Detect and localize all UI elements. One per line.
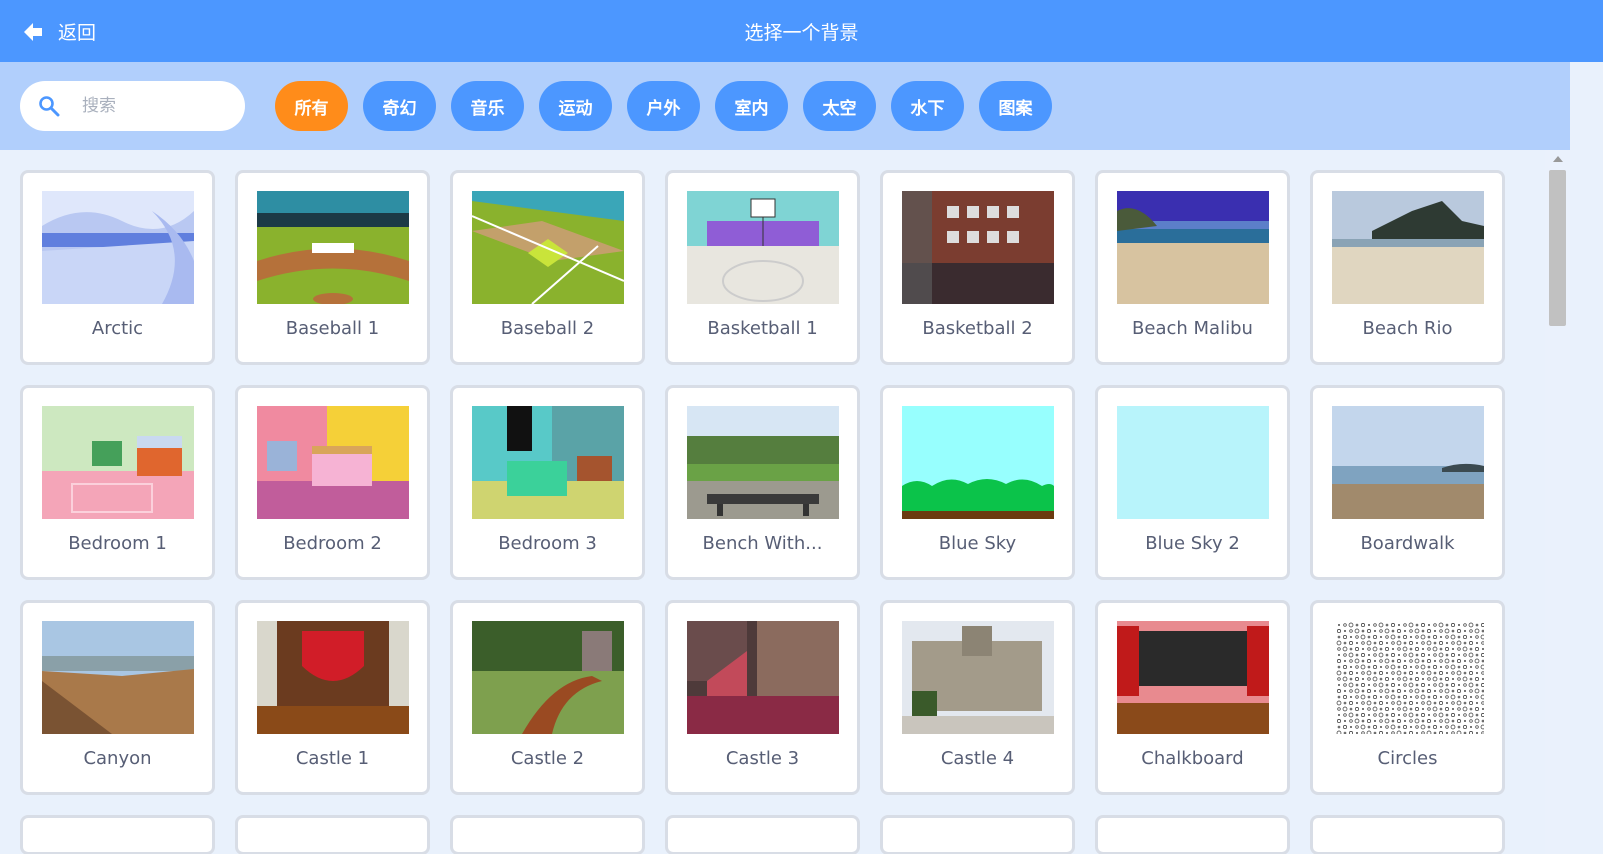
backdrop-thumbnail [42,191,194,304]
backdrop-name: Castle 4 [940,748,1015,769]
backdrop-card[interactable] [1095,815,1290,854]
backdrop-name: Bench With... [702,533,823,554]
backdrop-thumbnail [1117,191,1269,304]
backdrop-name: Chalkboard [1141,748,1244,769]
page-title: 选择一个背景 [744,22,859,44]
search-icon [39,96,60,117]
backdrop-card[interactable] [880,815,1075,854]
backdrop-card[interactable]: Basketball 2 [880,170,1075,365]
backdrop-card[interactable]: Baseball 1 [235,170,430,365]
backdrop-thumbnail [1332,406,1484,519]
backdrop-name: Bedroom 1 [68,533,167,554]
backdrop-name: Castle 1 [295,748,370,769]
backdrop-card[interactable]: Beach Rio [1310,170,1505,365]
backdrop-name: Blue Sky 2 [1145,533,1240,554]
header-bar: 返回 选择一个背景 [0,0,1603,62]
backdrop-card[interactable]: Arctic [20,170,215,365]
category-chip[interactable]: 户外 [627,81,700,131]
backdrop-name: Castle 3 [725,748,800,769]
backdrop-thumbnail [902,406,1054,519]
backdrop-card[interactable]: Boardwalk [1310,385,1505,580]
backdrop-name: Boardwalk [1360,533,1455,554]
backdrop-library: Arctic Baseball 1 Baseball 2 Basketball 1 Ba… [0,150,1545,854]
backdrop-name: Canyon [83,748,152,769]
right-margin [1570,62,1603,854]
backdrop-card[interactable]: Castle 2 [450,600,645,795]
backdrop-grid: Arctic Baseball 1 Baseball 2 Basketball 1 Ba… [20,170,1505,854]
backdrop-card[interactable] [235,815,430,854]
backdrop-thumbnail [472,621,624,734]
backdrop-card[interactable]: Circles [1310,600,1505,795]
backdrop-name: Beach Malibu [1132,318,1253,339]
backdrop-card[interactable]: Bedroom 3 [450,385,645,580]
backdrop-name: Circles [1377,748,1438,769]
category-chip[interactable]: 图案 [979,81,1052,131]
backdrop-card[interactable] [450,815,645,854]
category-chip[interactable]: 运动 [539,81,612,131]
backdrop-thumbnail [1332,621,1484,734]
backdrop-card[interactable] [665,815,860,854]
backdrop-card[interactable]: Chalkboard [1095,600,1290,795]
search-input[interactable] [82,91,232,121]
category-chip[interactable]: 奇幻 [363,81,436,131]
backdrop-thumbnail [472,406,624,519]
backdrop-card[interactable]: Baseball 2 [450,170,645,365]
search-box[interactable] [20,81,245,131]
backdrop-thumbnail [257,406,409,519]
backdrop-card[interactable]: Bedroom 1 [20,385,215,580]
backdrop-thumbnail [687,621,839,734]
backdrop-thumbnail [902,191,1054,304]
backdrop-name: Bedroom 2 [283,533,382,554]
backdrop-card[interactable]: Beach Malibu [1095,170,1290,365]
backdrop-thumbnail [1332,191,1484,304]
backdrop-card[interactable]: Canyon [20,600,215,795]
backdrop-thumbnail [257,621,409,734]
backdrop-name: Baseball 2 [500,318,595,339]
backdrop-thumbnail [42,621,194,734]
backdrop-name: Blue Sky [938,533,1017,554]
backdrop-thumbnail [42,406,194,519]
backdrop-name: Beach Rio [1362,318,1453,339]
backdrop-thumbnail [1117,406,1269,519]
backdrop-card[interactable]: Bedroom 2 [235,385,430,580]
backdrop-thumbnail [472,191,624,304]
backdrop-thumbnail [1117,621,1269,734]
backdrop-card[interactable]: Castle 4 [880,600,1075,795]
backdrop-thumbnail [687,191,839,304]
backdrop-name: Castle 2 [510,748,585,769]
category-chip[interactable]: 太空 [803,81,876,131]
backdrop-name: Arctic [91,318,144,339]
backdrop-card[interactable] [1310,815,1505,854]
backdrop-card[interactable] [20,815,215,854]
backdrop-name: Baseball 1 [285,318,380,339]
backdrop-card[interactable]: Castle 1 [235,600,430,795]
category-chip[interactable]: 水下 [891,81,964,131]
scrollbar-thumb[interactable] [1549,170,1566,326]
backdrop-card[interactable]: Castle 3 [665,600,860,795]
backdrop-name: Basketball 1 [707,318,818,339]
backdrop-thumbnail [257,191,409,304]
backdrop-thumbnail [902,621,1054,734]
backdrop-thumbnail [687,406,839,519]
category-chip[interactable]: 所有 [275,81,348,131]
backdrop-name: Basketball 2 [922,318,1033,339]
category-chips: 所有 奇幻 音乐 运动 户外 室内 太空 水下 图案 [275,81,1052,131]
filter-bar: 所有奇幻音乐运动户外室内太空水下图案 [0,62,1603,150]
backdrop-name: Bedroom 3 [498,533,597,554]
backdrop-card[interactable]: Bench With... [665,385,860,580]
backdrop-card[interactable]: Blue Sky 2 [1095,385,1290,580]
category-chip[interactable]: 音乐 [451,81,524,131]
scroll-up-arrow-icon[interactable] [1553,156,1563,162]
backdrop-card[interactable]: Basketball 1 [665,170,860,365]
backdrop-card[interactable]: Blue Sky [880,385,1075,580]
category-chip[interactable]: 室内 [715,81,788,131]
